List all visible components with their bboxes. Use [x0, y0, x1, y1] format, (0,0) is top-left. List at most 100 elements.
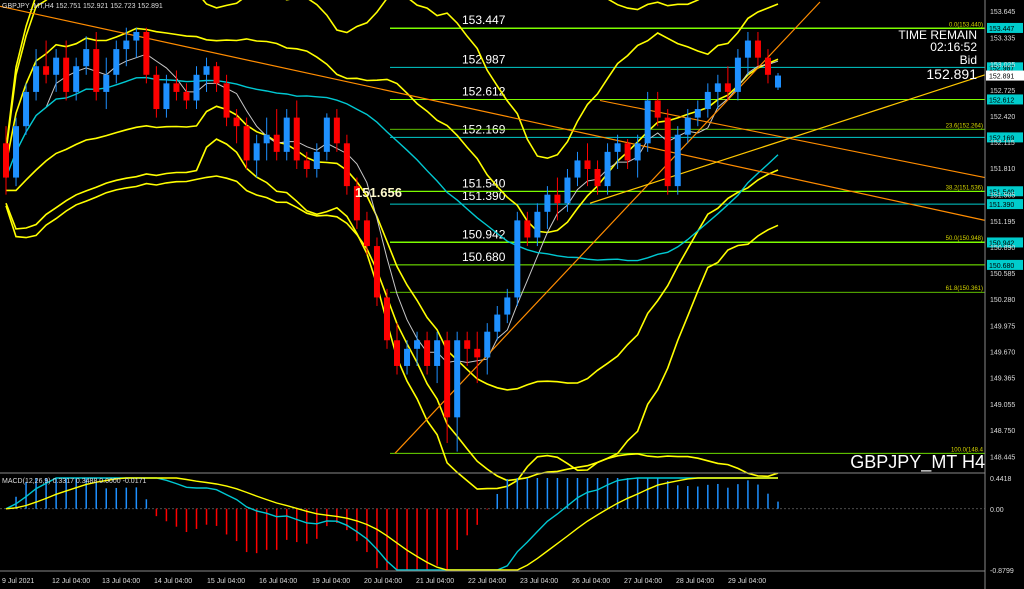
x-tick-label: 26 Jul 04:00	[572, 578, 610, 585]
candle-body	[554, 194, 561, 204]
candle-body	[404, 348, 411, 366]
candle-body	[484, 331, 491, 358]
hline-label: 150.680	[462, 250, 506, 264]
x-tick-label: 28 Jul 04:00	[676, 578, 714, 585]
candle-body	[614, 143, 621, 152]
y-tick-label: 153.645	[990, 9, 1015, 16]
candle-body	[213, 66, 220, 84]
y-tick-label: 153.335	[990, 36, 1015, 43]
candle-body	[103, 74, 110, 92]
candle-body	[574, 160, 581, 178]
x-tick-label: 13 Jul 04:00	[102, 578, 140, 585]
candle-body	[63, 57, 70, 92]
y-tick-label: 153.025	[990, 62, 1015, 69]
x-tick-label: 27 Jul 04:00	[624, 578, 662, 585]
candle-body	[173, 83, 180, 92]
candle-body	[253, 143, 260, 161]
candle-body	[694, 109, 701, 118]
x-tick-label: 23 Jul 04:00	[520, 578, 558, 585]
candle-body	[524, 220, 531, 238]
candle-body	[564, 177, 571, 204]
candle-body	[203, 66, 210, 75]
candle-body	[123, 40, 130, 50]
candle-body	[634, 143, 641, 161]
x-tick-label: 21 Jul 04:00	[416, 578, 454, 585]
candle-body	[333, 117, 340, 144]
candle-body	[674, 134, 681, 187]
candle-body	[654, 100, 661, 118]
candle-body	[584, 160, 591, 169]
candle-body	[534, 211, 541, 238]
fibo-label: 50.0(150.948)	[946, 236, 983, 242]
x-tick-label: 22 Jul 04:00	[468, 578, 506, 585]
y-tick-label: 152.725	[990, 88, 1015, 95]
candle-body	[343, 143, 350, 187]
price-tag-text: 152.612	[989, 97, 1014, 104]
macd-tick-label: 0.4418	[990, 476, 1012, 483]
macd-header: MACD(12,26,9) 0.3317 0.3488 0.0000 -0.01…	[2, 478, 146, 485]
candle-body	[434, 340, 441, 366]
symbol-watermark: GBPJPY_MT H4	[850, 452, 985, 473]
x-tick-label: 20 Jul 04:00	[364, 578, 402, 585]
candle-body	[153, 74, 160, 110]
fibo-label: 61.8(150.361)	[946, 286, 983, 292]
candle-body	[464, 340, 471, 349]
candle-body	[684, 117, 691, 135]
candle-body	[323, 117, 330, 152]
candle-body	[754, 40, 761, 58]
macd-tick-label: -0.8799	[990, 568, 1014, 575]
x-tick-label: 19 Jul 04:00	[312, 578, 350, 585]
candle-body	[775, 75, 781, 88]
candle-body	[734, 57, 741, 92]
macd-tick-label: 0.00	[990, 507, 1004, 514]
chart-header: GBPJPY_MT,H4 152.751 152.921 152.723 152…	[2, 3, 163, 10]
bid-label: Bid	[960, 53, 977, 67]
candle-body	[283, 117, 290, 152]
candle-body	[163, 83, 170, 110]
candle-body	[243, 126, 250, 161]
x-tick-label: 29 Jul 04:00	[728, 578, 766, 585]
y-tick-label: 150.280	[990, 297, 1015, 304]
candle-body	[303, 160, 310, 169]
candle-body	[744, 40, 751, 58]
candle-body	[714, 83, 721, 92]
candle-body	[143, 31, 150, 75]
candle-body	[383, 297, 390, 341]
candle-body	[263, 134, 270, 144]
candle-body	[373, 246, 380, 298]
y-tick-label: 150.890	[990, 245, 1015, 252]
y-tick-label: 149.670	[990, 349, 1015, 356]
candle-body	[454, 340, 461, 418]
candle-body	[223, 83, 230, 118]
x-tick-label: 15 Jul 04:00	[207, 578, 245, 585]
price-chart[interactable]: 153.447153.447152.987152.987152.612152.6…	[0, 0, 1024, 589]
y-tick-label: 148.445	[990, 454, 1015, 461]
price-marker-label: 151.656	[355, 185, 402, 200]
candle-body	[444, 340, 451, 418]
fibo-label: 23.6(152.264)	[946, 123, 983, 129]
candle-body	[93, 49, 100, 92]
candle-body	[424, 340, 431, 366]
candle-body	[293, 117, 300, 161]
y-tick-label: 149.055	[990, 402, 1015, 409]
candle-body	[624, 143, 631, 161]
candle-body	[544, 194, 551, 212]
candle-body	[313, 151, 320, 169]
y-tick-label: 152.420	[990, 114, 1015, 121]
time-remain-value: 02:16:52	[930, 40, 977, 54]
candle-body	[13, 126, 20, 178]
candle-body	[183, 91, 190, 101]
candle-body	[23, 91, 30, 127]
candle-body	[73, 66, 80, 92]
candle-body	[3, 143, 9, 178]
candle-body	[193, 74, 200, 101]
candle-body	[414, 340, 421, 349]
x-tick-label: 14 Jul 04:00	[154, 578, 192, 585]
candle-body	[273, 134, 280, 152]
price-tag-text: 150.680	[989, 263, 1014, 270]
candle-body	[474, 348, 481, 358]
candle-body	[664, 117, 671, 187]
y-tick-label: 148.750	[990, 428, 1015, 435]
price-tag-text: 151.390	[989, 202, 1014, 209]
candle-body	[53, 57, 60, 75]
